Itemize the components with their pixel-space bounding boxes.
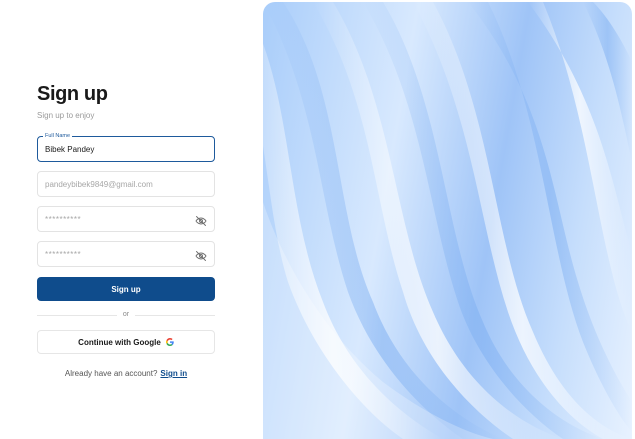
page-title: Sign up: [37, 83, 108, 105]
confirm-password-input[interactable]: [38, 242, 214, 266]
signin-prompt: Already have an account? Sign in: [37, 369, 215, 378]
wave-pattern: [263, 2, 632, 439]
signin-link[interactable]: Sign in: [160, 369, 187, 378]
google-button-label: Continue with Google: [78, 337, 161, 347]
decorative-wave-image: [263, 2, 632, 439]
continue-with-google-button[interactable]: Continue with Google: [37, 330, 215, 354]
eye-off-icon[interactable]: [195, 249, 207, 261]
password-input[interactable]: [38, 207, 214, 231]
full-name-input[interactable]: [38, 137, 214, 161]
email-input[interactable]: [38, 172, 214, 196]
signup-form: Sign up Sign up to enjoy Full Name Bibek…: [37, 0, 215, 439]
signin-prompt-text: Already have an account?: [64, 369, 158, 378]
eye-off-icon[interactable]: [195, 214, 207, 226]
full-name-field: Full Name: [37, 132, 215, 162]
password-field: [37, 206, 215, 232]
or-divider: or: [37, 310, 215, 320]
google-g-icon: [165, 338, 174, 346]
signup-page: Sign up Sign up to enjoy Full Name Bibek…: [0, 0, 635, 439]
signup-button[interactable]: Sign up: [37, 277, 215, 301]
email-field: [37, 171, 215, 197]
divider-line-right: [135, 315, 215, 316]
confirm-password-field: [37, 241, 215, 267]
page-subtitle: Sign up to enjoy: [37, 111, 95, 120]
